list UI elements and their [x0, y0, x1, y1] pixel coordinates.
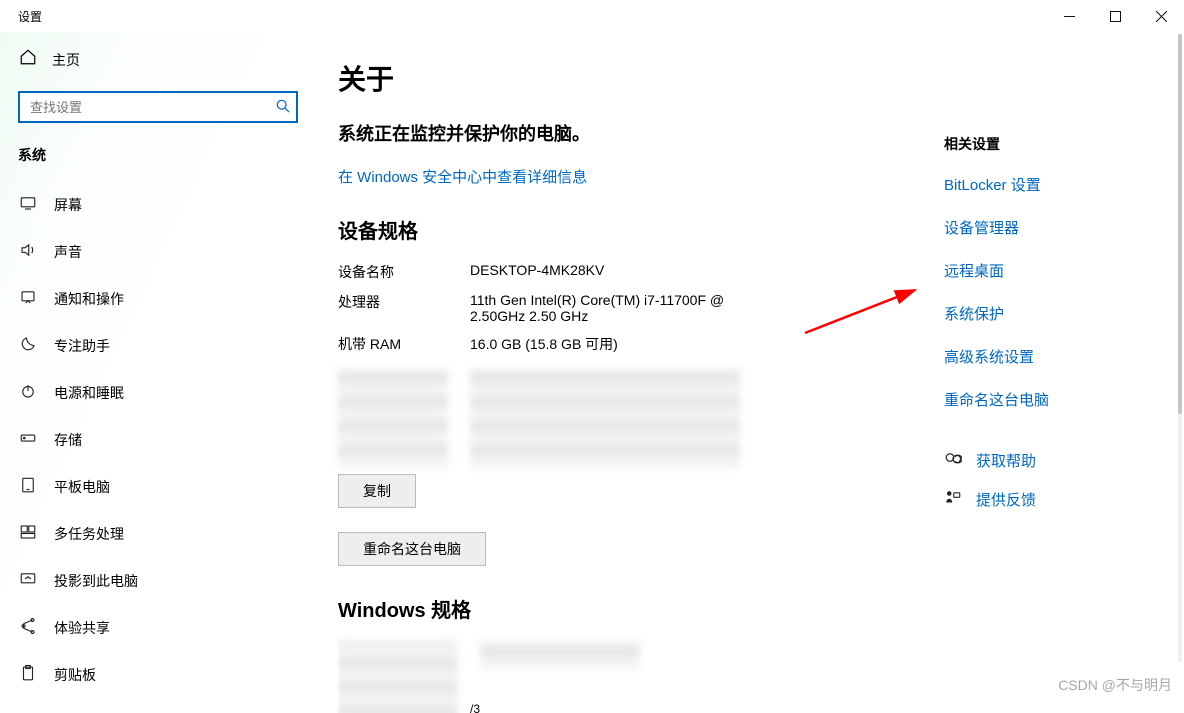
- link-system-protection[interactable]: 系统保护: [944, 303, 1134, 324]
- close-button[interactable]: [1138, 0, 1184, 32]
- redacted-block: [480, 641, 640, 669]
- related-settings-pane: 相关设置 BitLocker 设置 设备管理器 远程桌面 系统保护 高级系统设置…: [944, 134, 1134, 528]
- tablet-icon: [18, 476, 38, 497]
- storage-icon: [18, 429, 38, 450]
- link-advanced-system-settings[interactable]: 高级系统设置: [944, 346, 1134, 367]
- page-title: 关于: [338, 58, 1184, 98]
- sidebar-item-label: 投影到此电脑: [54, 571, 138, 591]
- sidebar-item-notifications[interactable]: 通知和操作: [0, 275, 310, 322]
- sidebar-item-label: 专注助手: [54, 336, 110, 356]
- windows-spec-heading: Windows 规格: [338, 594, 1184, 623]
- sidebar-item-display[interactable]: 屏幕: [0, 181, 310, 228]
- sidebar: 主页 系统 屏幕 声音 通知和操作 专注助手 电源和睡眠: [0, 32, 310, 713]
- spec-label-device-name: 设备名称: [338, 262, 470, 282]
- home-icon: [18, 48, 38, 71]
- title-bar: 设置: [0, 0, 1184, 32]
- redacted-block: [338, 641, 458, 713]
- power-icon: [18, 382, 38, 403]
- link-device-manager[interactable]: 设备管理器: [944, 217, 1134, 238]
- spec-value-ram: 16.0 GB (15.8 GB 可用): [470, 334, 618, 354]
- copy-button[interactable]: 复制: [338, 474, 416, 508]
- related-settings-heading: 相关设置: [944, 134, 1134, 154]
- sidebar-item-label: 平板电脑: [54, 477, 110, 497]
- sidebar-item-label: 多任务处理: [54, 524, 124, 544]
- moon-icon: [18, 335, 38, 356]
- sidebar-item-label: 屏幕: [54, 195, 82, 215]
- sidebar-item-storage[interactable]: 存储: [0, 416, 310, 463]
- vertical-scrollbar[interactable]: [1178, 34, 1182, 662]
- redacted-block: [470, 368, 740, 468]
- sidebar-item-label: 声音: [54, 242, 82, 262]
- help-link[interactable]: 获取帮助: [944, 450, 1134, 471]
- redacted-block: [338, 368, 448, 468]
- sidebar-item-label: 存储: [54, 430, 82, 450]
- spec-label-processor: 处理器: [338, 292, 470, 324]
- home-label: 主页: [52, 50, 80, 70]
- feedback-link[interactable]: 提供反馈: [944, 489, 1134, 510]
- share-icon: [18, 617, 38, 638]
- feedback-label: 提供反馈: [976, 489, 1036, 510]
- project-icon: [18, 570, 38, 591]
- spec-label-ram: 机带 RAM: [338, 334, 470, 354]
- sidebar-item-label: 通知和操作: [54, 289, 124, 309]
- maximize-button[interactable]: [1092, 0, 1138, 32]
- clipboard-icon: [18, 664, 38, 685]
- link-rename-pc[interactable]: 重命名这台电脑: [944, 389, 1134, 410]
- help-icon: [944, 450, 964, 471]
- sidebar-item-focus-assist[interactable]: 专注助手: [0, 322, 310, 369]
- help-label: 获取帮助: [976, 450, 1036, 471]
- feedback-icon: [944, 489, 964, 510]
- display-icon: [18, 194, 38, 215]
- sidebar-item-projecting[interactable]: 投影到此电脑: [0, 557, 310, 604]
- sidebar-item-label: 剪贴板: [54, 665, 96, 685]
- sidebar-item-label: 体验共享: [54, 618, 110, 638]
- sidebar-item-tablet[interactable]: 平板电脑: [0, 463, 310, 510]
- watermark: CSDN @不与明月: [1058, 675, 1172, 695]
- minimize-button[interactable]: [1046, 0, 1092, 32]
- sidebar-item-clipboard[interactable]: 剪贴板: [0, 651, 310, 698]
- link-remote-desktop[interactable]: 远程桌面: [944, 260, 1134, 281]
- rename-pc-button[interactable]: 重命名这台电脑: [338, 532, 486, 566]
- sidebar-item-multitasking[interactable]: 多任务处理: [0, 510, 310, 557]
- search-input[interactable]: [18, 91, 298, 123]
- sidebar-item-shared-experiences[interactable]: 体验共享: [0, 604, 310, 651]
- spec-value-processor: 11th Gen Intel(R) Core(TM) i7-11700F @ 2…: [470, 292, 770, 324]
- sidebar-item-label: 电源和睡眠: [54, 383, 124, 403]
- window-title: 设置: [18, 8, 42, 25]
- link-bitlocker[interactable]: BitLocker 设置: [944, 174, 1134, 195]
- spec-value-device-name: DESKTOP-4MK28KV: [470, 262, 604, 282]
- sound-icon: [18, 241, 38, 262]
- scrollbar-thumb[interactable]: [1178, 34, 1182, 414]
- home-link[interactable]: 主页: [0, 40, 310, 79]
- sidebar-group-title: 系统: [0, 145, 310, 165]
- multitask-icon: [18, 523, 38, 544]
- windows-spec-frag: /3: [470, 702, 640, 713]
- notifications-icon: [18, 288, 38, 309]
- sidebar-item-sound[interactable]: 声音: [0, 228, 310, 275]
- sidebar-item-power[interactable]: 电源和睡眠: [0, 369, 310, 416]
